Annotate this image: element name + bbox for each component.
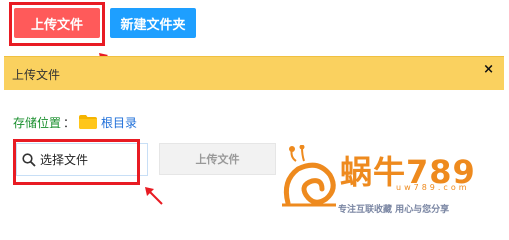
folder-icon: [79, 115, 98, 129]
storage-location-colon: ：: [63, 115, 76, 130]
close-icon[interactable]: ×: [483, 62, 494, 77]
highlight-box-upload-button: [9, 2, 105, 46]
new-folder-button[interactable]: 新建文件夹: [110, 8, 196, 38]
watermark: 蜗牛789 uw789.com 专注互联收藏 用心与您分享: [278, 145, 506, 217]
storage-location-row: 存储位置 ： 根目录: [13, 112, 137, 132]
root-folder-link[interactable]: 根目录: [101, 114, 137, 131]
watermark-domain: uw789.com: [396, 183, 470, 192]
dialog-title: 上传文件: [12, 68, 61, 82]
dialog-header: 上传文件 ×: [4, 56, 504, 90]
watermark-slogan: 专注互联收藏 用心与您分享: [338, 205, 450, 215]
storage-location-label: 存储位置: [13, 115, 62, 130]
highlight-box-choose-file: [13, 139, 140, 185]
dialog-upload-button[interactable]: 上传文件: [159, 143, 276, 175]
snail-logo: [282, 145, 336, 207]
annotation-arrow-bottom: [145, 187, 163, 205]
